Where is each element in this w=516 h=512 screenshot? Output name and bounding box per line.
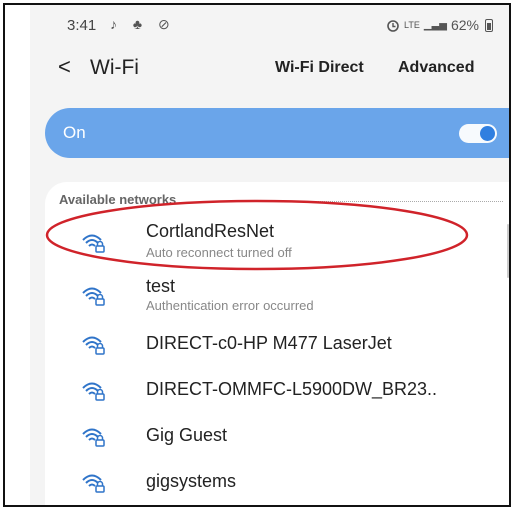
wifi-state-label: On xyxy=(63,123,86,142)
wifi-locked-icon xyxy=(82,428,105,447)
battery-icon xyxy=(485,18,493,32)
wifi-direct-button[interactable]: Wi-Fi Direct xyxy=(275,59,364,77)
page-title: Wi-Fi xyxy=(90,56,139,79)
network-name: Gig Guest xyxy=(146,425,228,445)
wifi-toggle-switch[interactable] xyxy=(459,124,497,143)
battery-percent: 62% xyxy=(450,17,479,33)
wifi-locked-icon xyxy=(82,474,105,493)
network-status: Auto reconnect turned off xyxy=(146,245,292,260)
status-right: LTE ▁▃▅ 62% xyxy=(386,17,493,33)
section-header: Available networks xyxy=(59,192,177,207)
lte-label: LTE xyxy=(404,19,420,30)
network-item[interactable]: DIRECT-c0-HP M477 LaserJet xyxy=(45,322,509,366)
network-name: DIRECT-OMMFC-L5900DW_BR23.. xyxy=(146,379,438,399)
app-header: < Wi-Fi Wi-Fi Direct Advanced xyxy=(30,50,509,90)
phone-screen: 3:41 ♪ ♣ ⊘ LTE ▁▃▅ 62% < Wi-Fi Wi-Fi Dir… xyxy=(30,5,509,505)
section-divider xyxy=(235,201,503,202)
network-name: CortlandResNet xyxy=(146,221,275,241)
alarm-icon xyxy=(387,20,399,32)
advanced-button[interactable]: Advanced xyxy=(398,59,474,77)
back-button[interactable]: < xyxy=(58,54,71,80)
network-item[interactable]: DIRECT-OMMFC-L5900DW_BR23.. xyxy=(45,368,509,412)
network-item[interactable]: CortlandResNet Auto reconnect turned off xyxy=(45,218,509,262)
status-bar: 3:41 ♪ ♣ ⊘ LTE ▁▃▅ 62% xyxy=(30,5,509,45)
network-item[interactable]: test Authentication error occurred xyxy=(45,272,509,316)
signal-icon: ▁▃▅ xyxy=(423,19,447,31)
available-networks-card: Available networks CortlandResNet Auto r… xyxy=(45,182,509,505)
wifi-toggle-bar[interactable]: On xyxy=(45,108,509,158)
toggle-knob xyxy=(480,126,495,141)
wifi-locked-icon xyxy=(82,287,105,306)
notification-icons: ♪ ♣ ⊘ xyxy=(110,16,176,32)
wifi-locked-icon xyxy=(82,234,105,253)
network-name: DIRECT-c0-HP M477 LaserJet xyxy=(146,333,392,353)
screenshot-frame: 3:41 ♪ ♣ ⊘ LTE ▁▃▅ 62% < Wi-Fi Wi-Fi Dir… xyxy=(3,3,511,507)
wifi-locked-icon xyxy=(82,382,105,401)
network-item[interactable]: gigsystems xyxy=(45,460,509,504)
status-time: 3:41 xyxy=(67,17,97,34)
network-status: Authentication error occurred xyxy=(146,298,314,313)
network-name: test xyxy=(146,276,176,296)
wifi-locked-icon xyxy=(82,336,105,355)
network-item[interactable]: Gig Guest xyxy=(45,414,509,458)
network-name: gigsystems xyxy=(146,471,237,491)
